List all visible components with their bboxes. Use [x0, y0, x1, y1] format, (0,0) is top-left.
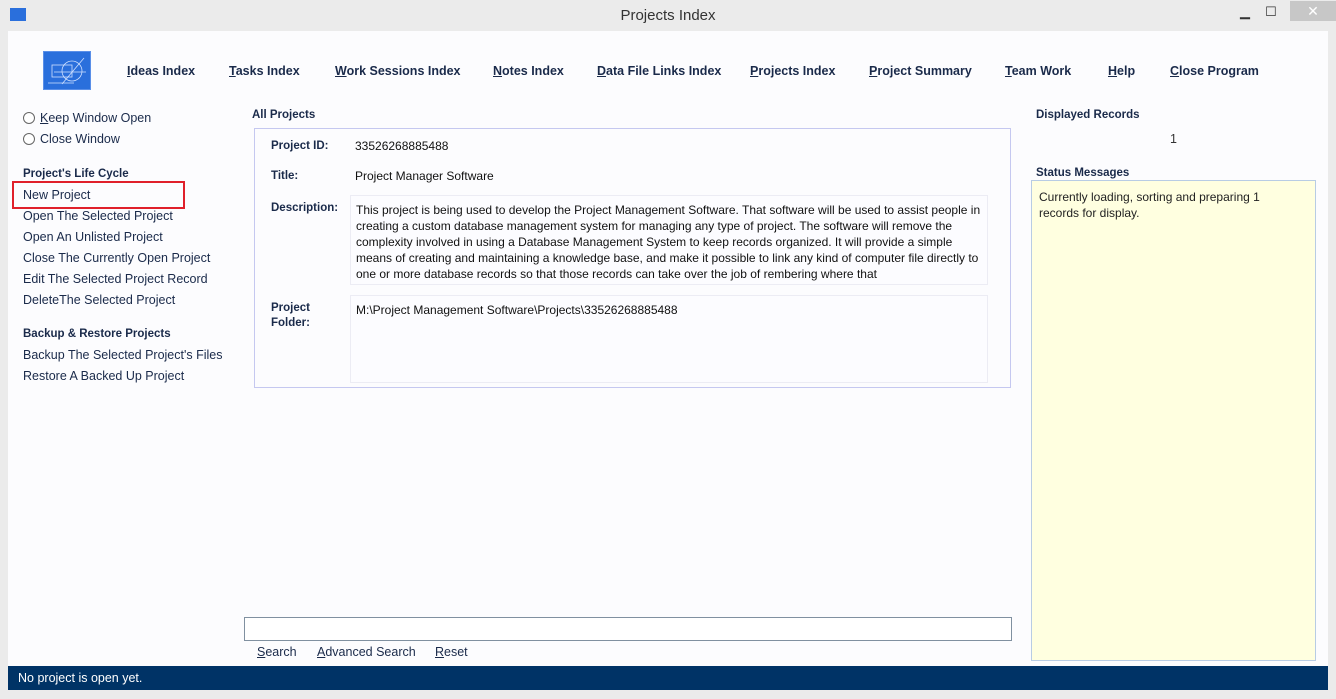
nav-data-file-links-index[interactable]: Data File Links Index: [597, 64, 721, 78]
status-messages-panel: Currently loading, sorting and preparing…: [1031, 180, 1316, 661]
nav-help[interactable]: Help: [1108, 64, 1135, 78]
project-record[interactable]: Project ID: 33526268885488 Title: Projec…: [254, 128, 1011, 388]
title-bar: Projects Index ▁ ☐ ✕: [0, 0, 1336, 31]
status-message-text: Currently loading, sorting and preparing…: [1039, 190, 1260, 220]
displayed-records-title: Displayed Records: [1034, 109, 1142, 121]
reset-button[interactable]: Reset: [435, 645, 468, 659]
nav-work-sessions-index[interactable]: Work Sessions Index: [335, 64, 461, 78]
nav-project-summary[interactable]: Project Summary: [869, 64, 972, 78]
nav-close-program[interactable]: Close Program: [1170, 64, 1259, 78]
client-area: Ideas Index Tasks Index Work Sessions In…: [8, 31, 1328, 666]
description-value: This project is being used to develop th…: [350, 195, 988, 285]
maximize-button[interactable]: ☐: [1257, 4, 1285, 22]
project-id-label: Project ID:: [271, 140, 329, 152]
close-open-project-link[interactable]: Close The Currently Open Project: [23, 251, 210, 265]
nav-projects-index[interactable]: Projects Index: [750, 64, 835, 78]
search-button[interactable]: Search: [257, 645, 297, 659]
backup-project-files-link[interactable]: Backup The Selected Project's Files: [23, 348, 222, 362]
displayed-records-group: [8, 520, 293, 560]
radio-circle[interactable]: [23, 112, 35, 124]
radio-circle[interactable]: [23, 133, 35, 145]
window-title: Projects Index: [620, 7, 716, 24]
edit-project-record-link[interactable]: Edit The Selected Project Record: [23, 272, 208, 286]
folder-label: Project: [271, 302, 310, 314]
lifecycle-heading: Project's Life Cycle: [23, 168, 129, 180]
title-label: Title:: [271, 170, 299, 182]
description-label: Description:: [271, 202, 339, 214]
nav-notes-index[interactable]: Notes Index: [493, 64, 564, 78]
project-logo: [43, 51, 91, 90]
search-input[interactable]: [244, 617, 1012, 641]
nav-team-work[interactable]: Team Work: [1005, 64, 1071, 78]
folder-value: M:\Project Management Software\Projects\…: [350, 295, 988, 383]
open-unlisted-project-link[interactable]: Open An Unlisted Project: [23, 230, 163, 244]
project-id-value: 33526268885488: [355, 139, 449, 153]
nav-tasks-index[interactable]: Tasks Index: [229, 64, 300, 78]
restore-project-link[interactable]: Restore A Backed Up Project: [23, 369, 184, 383]
delete-project-link[interactable]: DeleteThe Selected Project: [23, 293, 175, 307]
backup-heading: Backup & Restore Projects: [23, 328, 171, 340]
status-bar: No project is open yet.: [8, 666, 1328, 690]
new-project-link[interactable]: New Project: [23, 188, 90, 202]
status-messages-title: Status Messages: [1034, 167, 1132, 179]
displayed-records-count: 1: [1170, 132, 1177, 146]
folder-label-2: Folder:: [271, 317, 310, 329]
keep-window-open-radio[interactable]: Keep Window Open: [23, 111, 151, 125]
title-value: Project Manager Software: [355, 169, 494, 183]
close-button[interactable]: ✕: [1290, 1, 1336, 21]
open-selected-project-link[interactable]: Open The Selected Project: [23, 209, 173, 223]
advanced-search-button[interactable]: Advanced Search: [317, 645, 416, 659]
all-projects-title: All Projects: [250, 109, 318, 121]
minimize-button[interactable]: ▁: [1231, 4, 1259, 22]
nav-ideas-index[interactable]: Ideas Index: [127, 64, 195, 78]
close-window-radio[interactable]: Close Window: [23, 132, 120, 146]
